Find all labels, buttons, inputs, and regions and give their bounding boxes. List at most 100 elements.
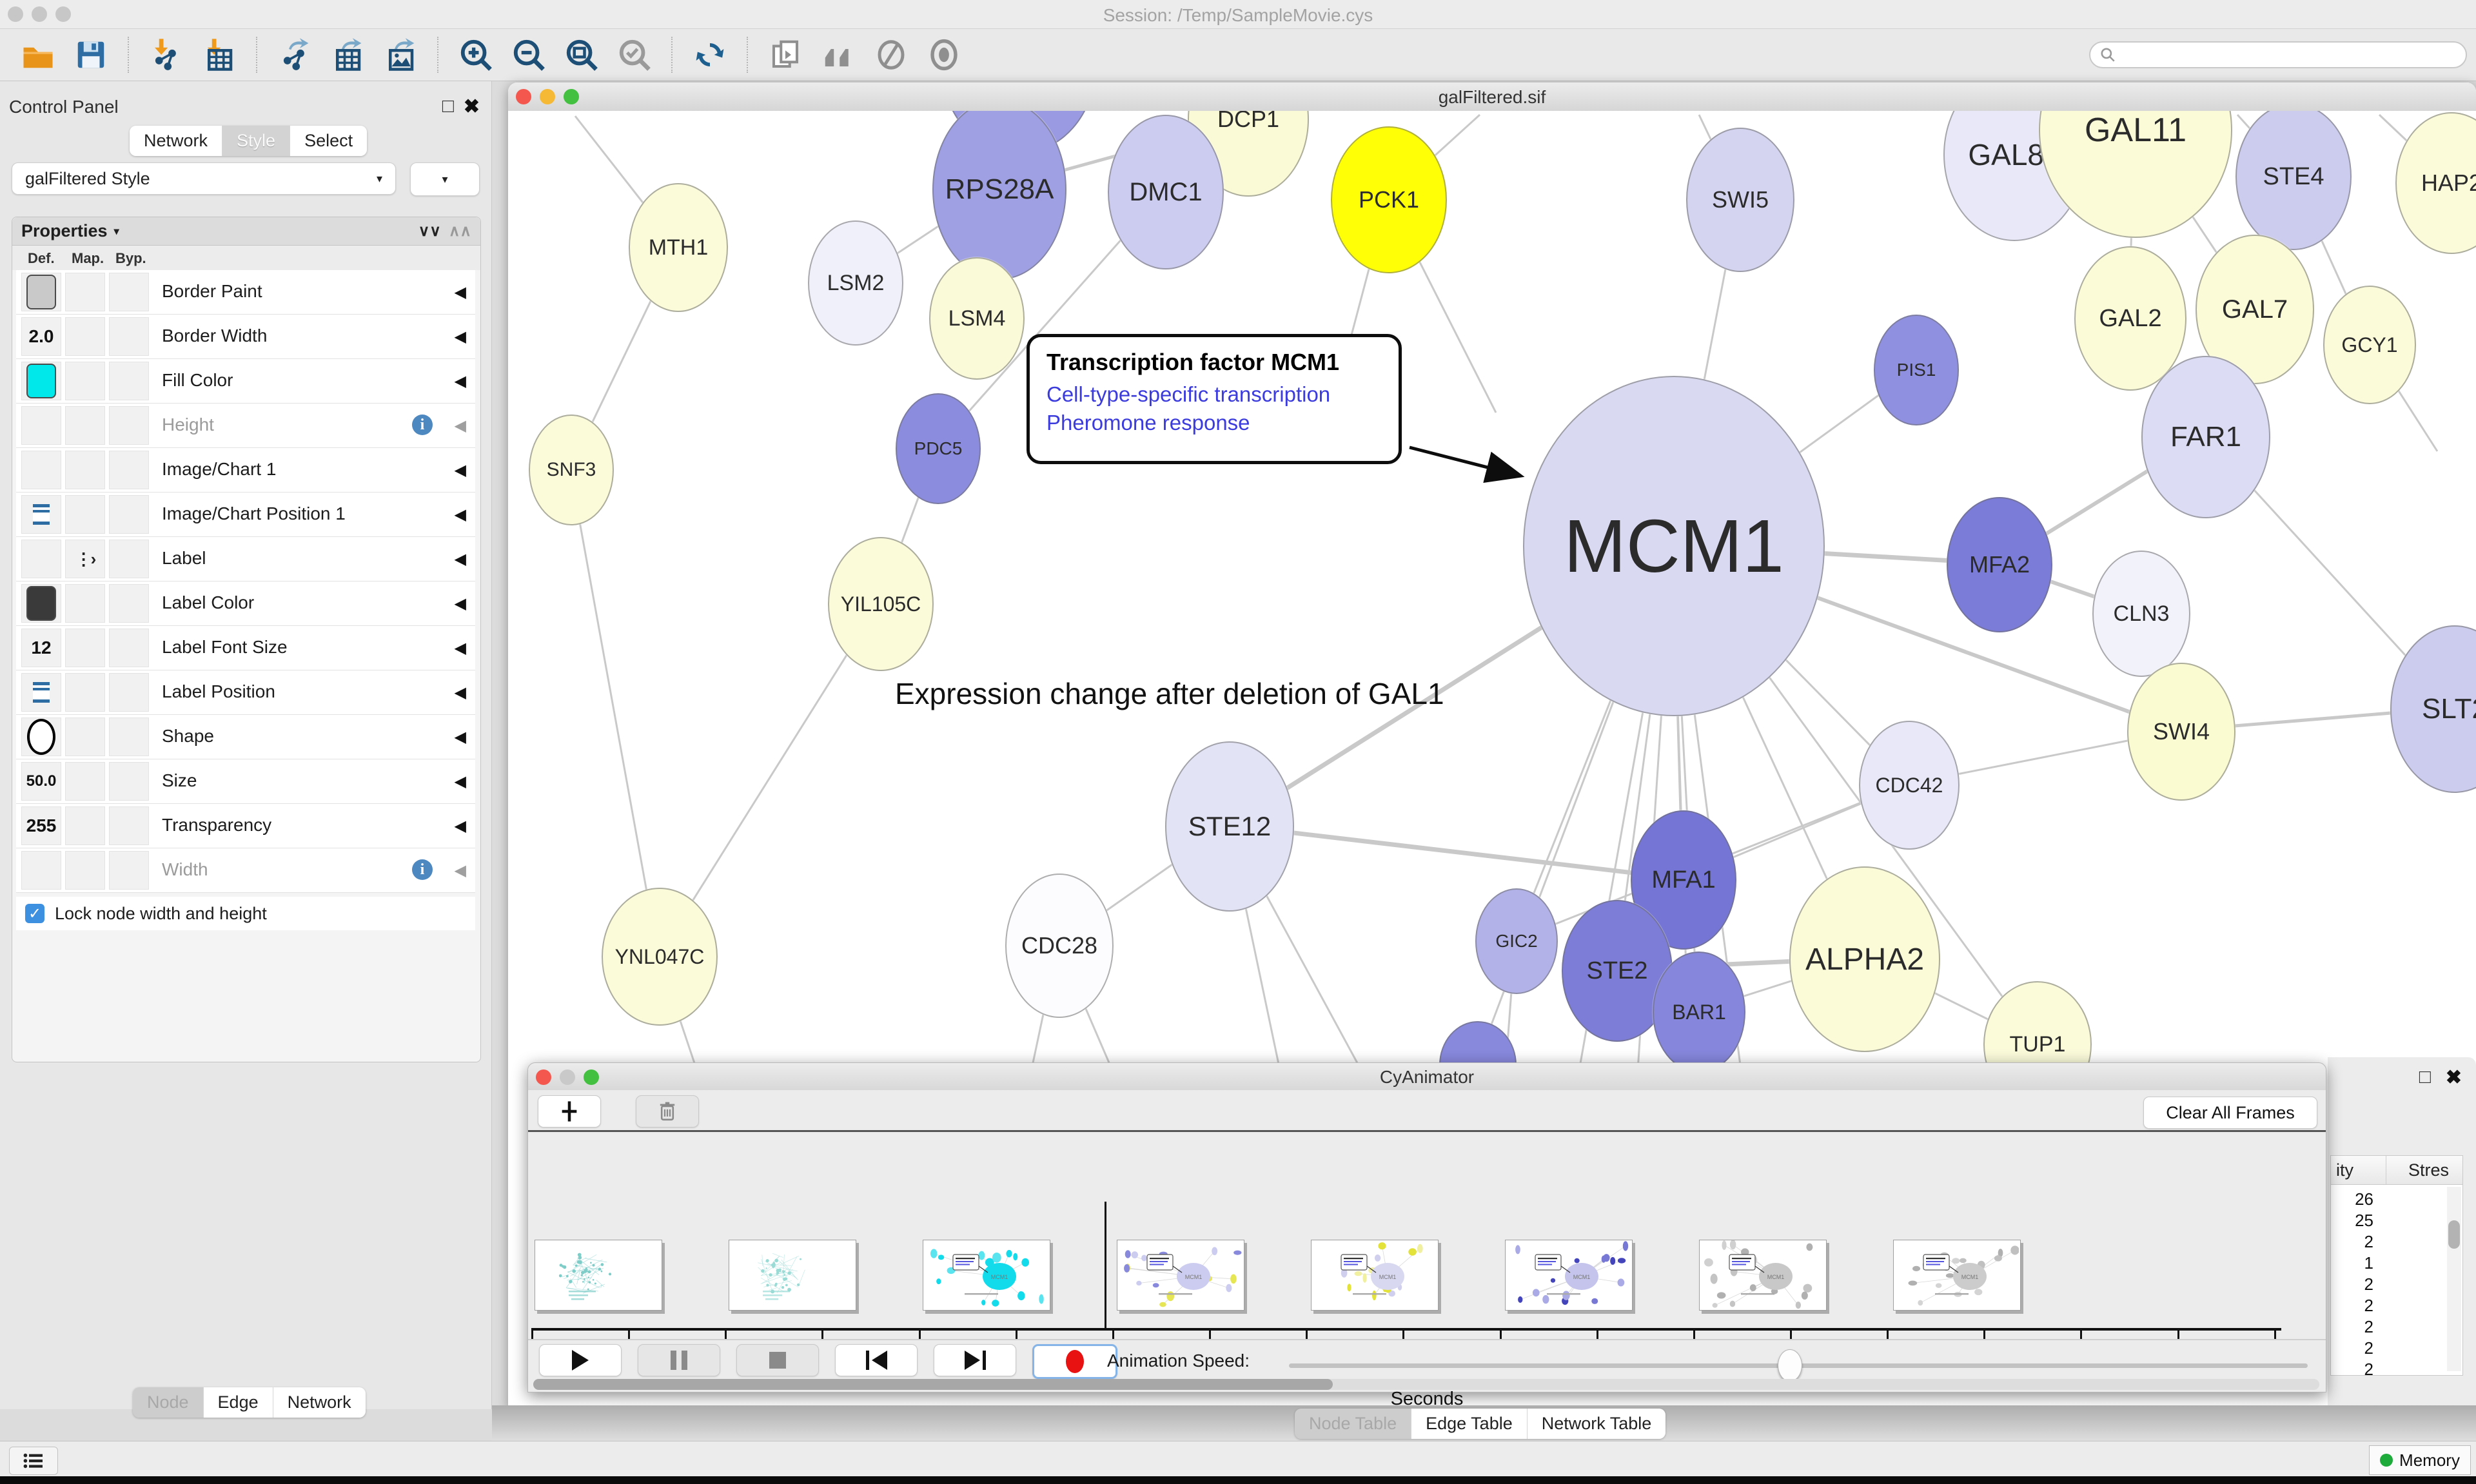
style-dropdown[interactable]: galFiltered Style ▾ xyxy=(12,162,396,195)
expand-property-icon[interactable]: ◀ xyxy=(455,550,466,569)
bypass-cell[interactable] xyxy=(109,317,149,356)
expand-property-icon[interactable]: ◀ xyxy=(455,861,466,880)
style-options-button[interactable]: ▾ xyxy=(410,162,480,196)
clear-all-frames-button[interactable]: Clear All Frames xyxy=(2143,1097,2317,1129)
bypass-cell[interactable] xyxy=(109,362,149,400)
cyanimator-timeline[interactable]: MCM1MCM1MCM1MCM1MCM1MCM1 0123456789 Seco… xyxy=(528,1132,2326,1337)
mapping-cell[interactable] xyxy=(65,273,105,311)
frame-thumbnail-7[interactable]: MCM1 xyxy=(1893,1240,2021,1311)
frame-thumbnail-5[interactable]: MCM1 xyxy=(1505,1240,1633,1311)
network-node-rps28a[interactable]: RPS28A xyxy=(932,111,1066,280)
property-row-image-chart-position-1[interactable]: Image/Chart Position 1◀ xyxy=(16,493,475,537)
slider-handle[interactable] xyxy=(1778,1349,1802,1381)
mapping-cell[interactable] xyxy=(65,451,105,489)
frame-thumbnail-0[interactable] xyxy=(535,1240,662,1311)
first-neighbors-icon[interactable] xyxy=(818,35,859,74)
bypass-cell[interactable] xyxy=(109,406,149,445)
network-node-mth1[interactable]: MTH1 xyxy=(629,183,728,312)
hide-icon[interactable] xyxy=(870,35,912,74)
table-cell[interactable]: 26 xyxy=(2331,1189,2373,1209)
property-row-transparency[interactable]: 255Transparency◀ xyxy=(16,804,475,848)
property-row-border-width[interactable]: 2.0Border Width◀ xyxy=(16,315,475,359)
expand-property-icon[interactable]: ◀ xyxy=(455,594,466,613)
cyanimator-titlebar[interactable]: CyAnimator xyxy=(528,1063,2326,1091)
tab-network-style[interactable]: Network xyxy=(273,1387,366,1418)
tab-network-table[interactable]: Network Table xyxy=(1528,1409,1666,1439)
bypass-cell[interactable] xyxy=(109,629,149,667)
default-value-cell[interactable]: 50.0 xyxy=(21,762,61,801)
network-node-pdc5[interactable]: PDC5 xyxy=(896,393,981,504)
skip-to-start-button[interactable] xyxy=(835,1344,918,1376)
timeline-playhead[interactable] xyxy=(1105,1202,1106,1328)
table-cell[interactable]: 2 xyxy=(2331,1296,2373,1316)
default-value-cell[interactable] xyxy=(21,718,61,756)
bypass-cell[interactable] xyxy=(109,584,149,623)
network-node-ynl047c[interactable]: YNL047C xyxy=(602,888,718,1026)
show-icon[interactable] xyxy=(923,35,965,74)
property-row-label[interactable]: ⋮›Label◀ xyxy=(16,537,475,581)
frame-thumbnail-6[interactable]: MCM1 xyxy=(1699,1240,1827,1311)
table-cell[interactable]: 25 xyxy=(2331,1211,2373,1231)
default-value-cell[interactable] xyxy=(21,495,61,534)
bypass-cell[interactable] xyxy=(109,540,149,578)
delete-frame-button[interactable] xyxy=(636,1095,699,1128)
record-button[interactable] xyxy=(1032,1344,1117,1379)
default-value-cell[interactable] xyxy=(21,273,61,311)
default-value-cell[interactable]: 255 xyxy=(21,806,61,845)
expand-property-icon[interactable]: ◀ xyxy=(455,461,466,480)
default-value-cell[interactable] xyxy=(21,406,61,445)
network-node-cdc28[interactable]: CDC28 xyxy=(1005,874,1114,1018)
lock-size-row[interactable]: ✓ Lock node width and height xyxy=(16,897,475,930)
default-value-cell[interactable] xyxy=(21,451,61,489)
bypass-cell[interactable] xyxy=(109,451,149,489)
zoom-fit-icon[interactable] xyxy=(561,35,602,74)
bypass-cell[interactable] xyxy=(109,806,149,845)
expand-property-icon[interactable]: ◀ xyxy=(455,817,466,835)
tab-select[interactable]: Select xyxy=(290,126,367,156)
network-node-gic2[interactable]: GIC2 xyxy=(1475,888,1558,994)
open-session-icon[interactable] xyxy=(17,35,59,74)
tab-node-table[interactable]: Node Table xyxy=(1295,1409,1411,1439)
property-row-border-paint[interactable]: Border Paint◀ xyxy=(16,270,475,315)
mapping-cell[interactable] xyxy=(65,406,105,445)
default-value-cell[interactable] xyxy=(21,540,61,578)
tab-style[interactable]: Style xyxy=(222,126,290,156)
horizontal-scrollbar[interactable] xyxy=(533,1379,2319,1390)
table-cell[interactable]: 1 xyxy=(2331,1253,2373,1273)
memory-button[interactable]: Memory xyxy=(2369,1445,2471,1475)
tab-node[interactable]: Node xyxy=(133,1387,204,1418)
network-node-cln3[interactable]: CLN3 xyxy=(2092,551,2190,677)
bypass-cell[interactable] xyxy=(109,495,149,534)
pause-button[interactable] xyxy=(638,1344,720,1376)
network-node-snf3[interactable]: SNF3 xyxy=(529,415,614,525)
mapping-cell[interactable] xyxy=(65,495,105,534)
property-row-fill-color[interactable]: Fill Color◀ xyxy=(16,359,475,404)
expand-property-icon[interactable]: ◀ xyxy=(455,728,466,747)
expand-property-icon[interactable]: ◀ xyxy=(455,772,466,791)
frame-thumbnail-2[interactable]: MCM1 xyxy=(923,1240,1050,1311)
annotation-box[interactable]: Transcription factor MCM1 Cell-type-spec… xyxy=(1027,334,1402,464)
mapping-cell[interactable] xyxy=(65,584,105,623)
network-node-dmc1[interactable]: DMC1 xyxy=(1108,115,1224,269)
default-value-cell[interactable] xyxy=(21,673,61,712)
mapping-cell[interactable] xyxy=(65,851,105,890)
table-scrollbar[interactable] xyxy=(2447,1187,2461,1371)
expand-property-icon[interactable]: ◀ xyxy=(455,639,466,658)
stop-button[interactable] xyxy=(736,1344,819,1376)
network-node-hap2[interactable]: HAP2 xyxy=(2395,112,2476,254)
frame-thumbnail-4[interactable]: MCM1 xyxy=(1311,1240,1439,1311)
mapping-cell[interactable] xyxy=(65,317,105,356)
float-panel-icon[interactable]: □ xyxy=(442,95,454,117)
network-node-swi4[interactable]: SWI4 xyxy=(2127,663,2235,801)
property-row-image-chart-1[interactable]: Image/Chart 1◀ xyxy=(16,448,475,493)
search-input[interactable] xyxy=(2089,41,2467,68)
import-network-icon[interactable] xyxy=(146,35,187,74)
show-panels-button[interactable] xyxy=(9,1447,58,1475)
export-table-icon[interactable] xyxy=(327,35,368,74)
network-node-lsm2[interactable]: LSM2 xyxy=(808,220,903,346)
expand-property-icon[interactable]: ◀ xyxy=(455,683,466,702)
collapse-all-icon[interactable]: ∧∧ xyxy=(449,222,471,240)
default-value-cell[interactable] xyxy=(21,851,61,890)
network-node-gal11[interactable]: GAL11 xyxy=(2039,111,2232,238)
network-node-gcy1[interactable]: GCY1 xyxy=(2323,286,2416,404)
